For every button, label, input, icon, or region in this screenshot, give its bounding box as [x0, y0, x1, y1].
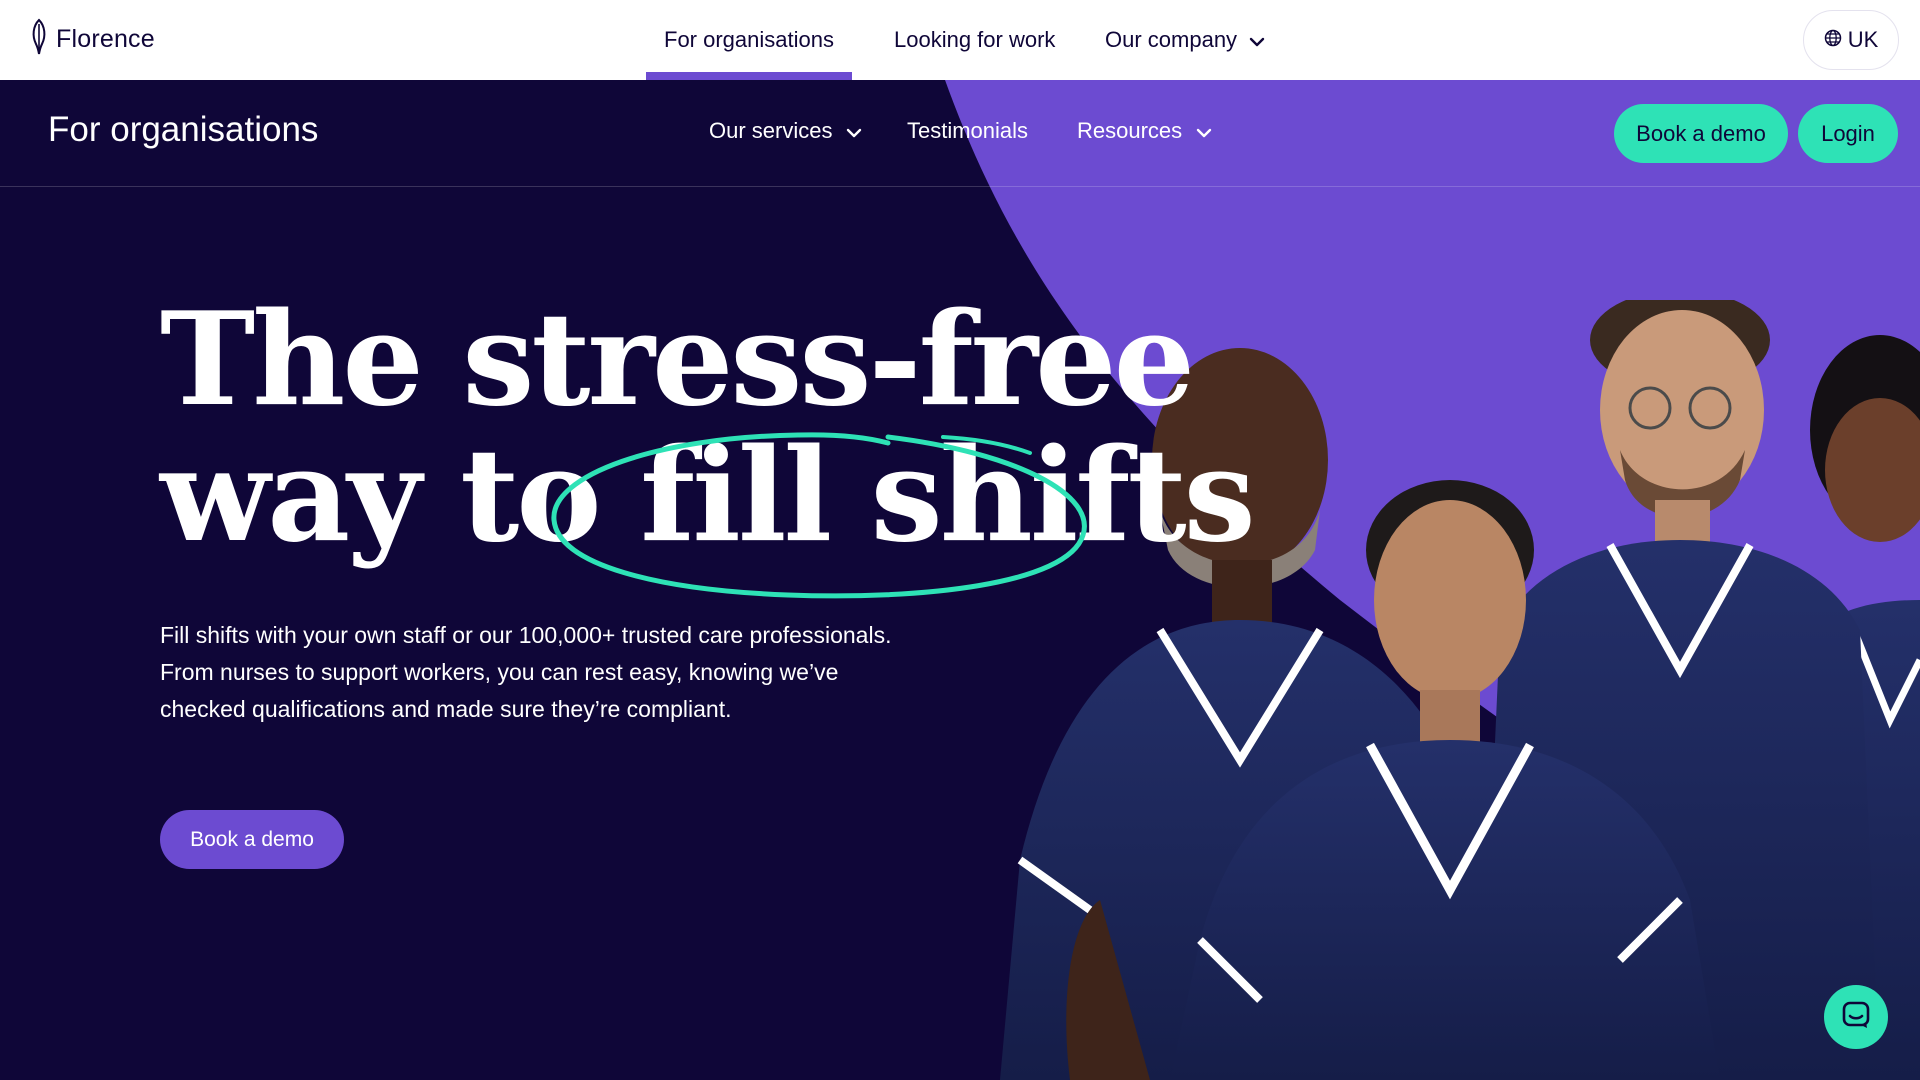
subnav-label: Our services	[709, 118, 833, 143]
active-tab-indicator	[646, 72, 852, 80]
live-chat-button[interactable]	[1824, 985, 1888, 1049]
hero-description: Fill shifts with your own staff or our 1…	[160, 622, 892, 722]
headline-line-1: The stress-free	[160, 285, 1195, 435]
region-selector-button[interactable]: UK	[1803, 10, 1899, 70]
globe-icon	[1824, 27, 1842, 53]
hero-book-demo-button[interactable]: Book a demo	[160, 810, 344, 869]
chevron-down-icon	[1196, 118, 1212, 144]
florence-logo[interactable]: Florence	[30, 18, 155, 61]
topnav-label: Our company	[1105, 27, 1238, 52]
subnav-label: Testimonials	[907, 118, 1029, 143]
section-title[interactable]: For organisations	[48, 110, 318, 150]
book-demo-button[interactable]: Book a demo	[1614, 104, 1788, 163]
feather-logo-icon	[30, 18, 48, 61]
subnav-our-services[interactable]: Our services	[709, 118, 862, 144]
brand-name: Florence	[56, 24, 155, 53]
highlight-circle-scribble	[551, 432, 1087, 599]
region-label: UK	[1847, 27, 1879, 52]
chevron-down-icon	[1249, 27, 1265, 53]
subnav-label: Resources	[1077, 118, 1183, 143]
section-sub-navigation: For organisations Our services Testimoni…	[0, 80, 1920, 187]
topnav-for-organisations[interactable]: For organisations	[646, 0, 852, 80]
subnav-resources[interactable]: Resources	[1077, 118, 1212, 144]
login-button[interactable]: Login	[1798, 104, 1898, 163]
topnav-our-company[interactable]: Our company	[1105, 0, 1265, 80]
top-navigation-bar: Florence For organisations Looking for w…	[0, 0, 1920, 80]
chevron-down-icon	[846, 118, 862, 144]
subnav-testimonials[interactable]: Testimonials	[907, 118, 1028, 144]
topnav-label: For organisations	[664, 27, 834, 52]
topnav-label: Looking for work	[894, 27, 1056, 52]
topnav-looking-for-work[interactable]: Looking for work	[894, 0, 1055, 80]
chat-bubble-icon	[1841, 1000, 1871, 1035]
